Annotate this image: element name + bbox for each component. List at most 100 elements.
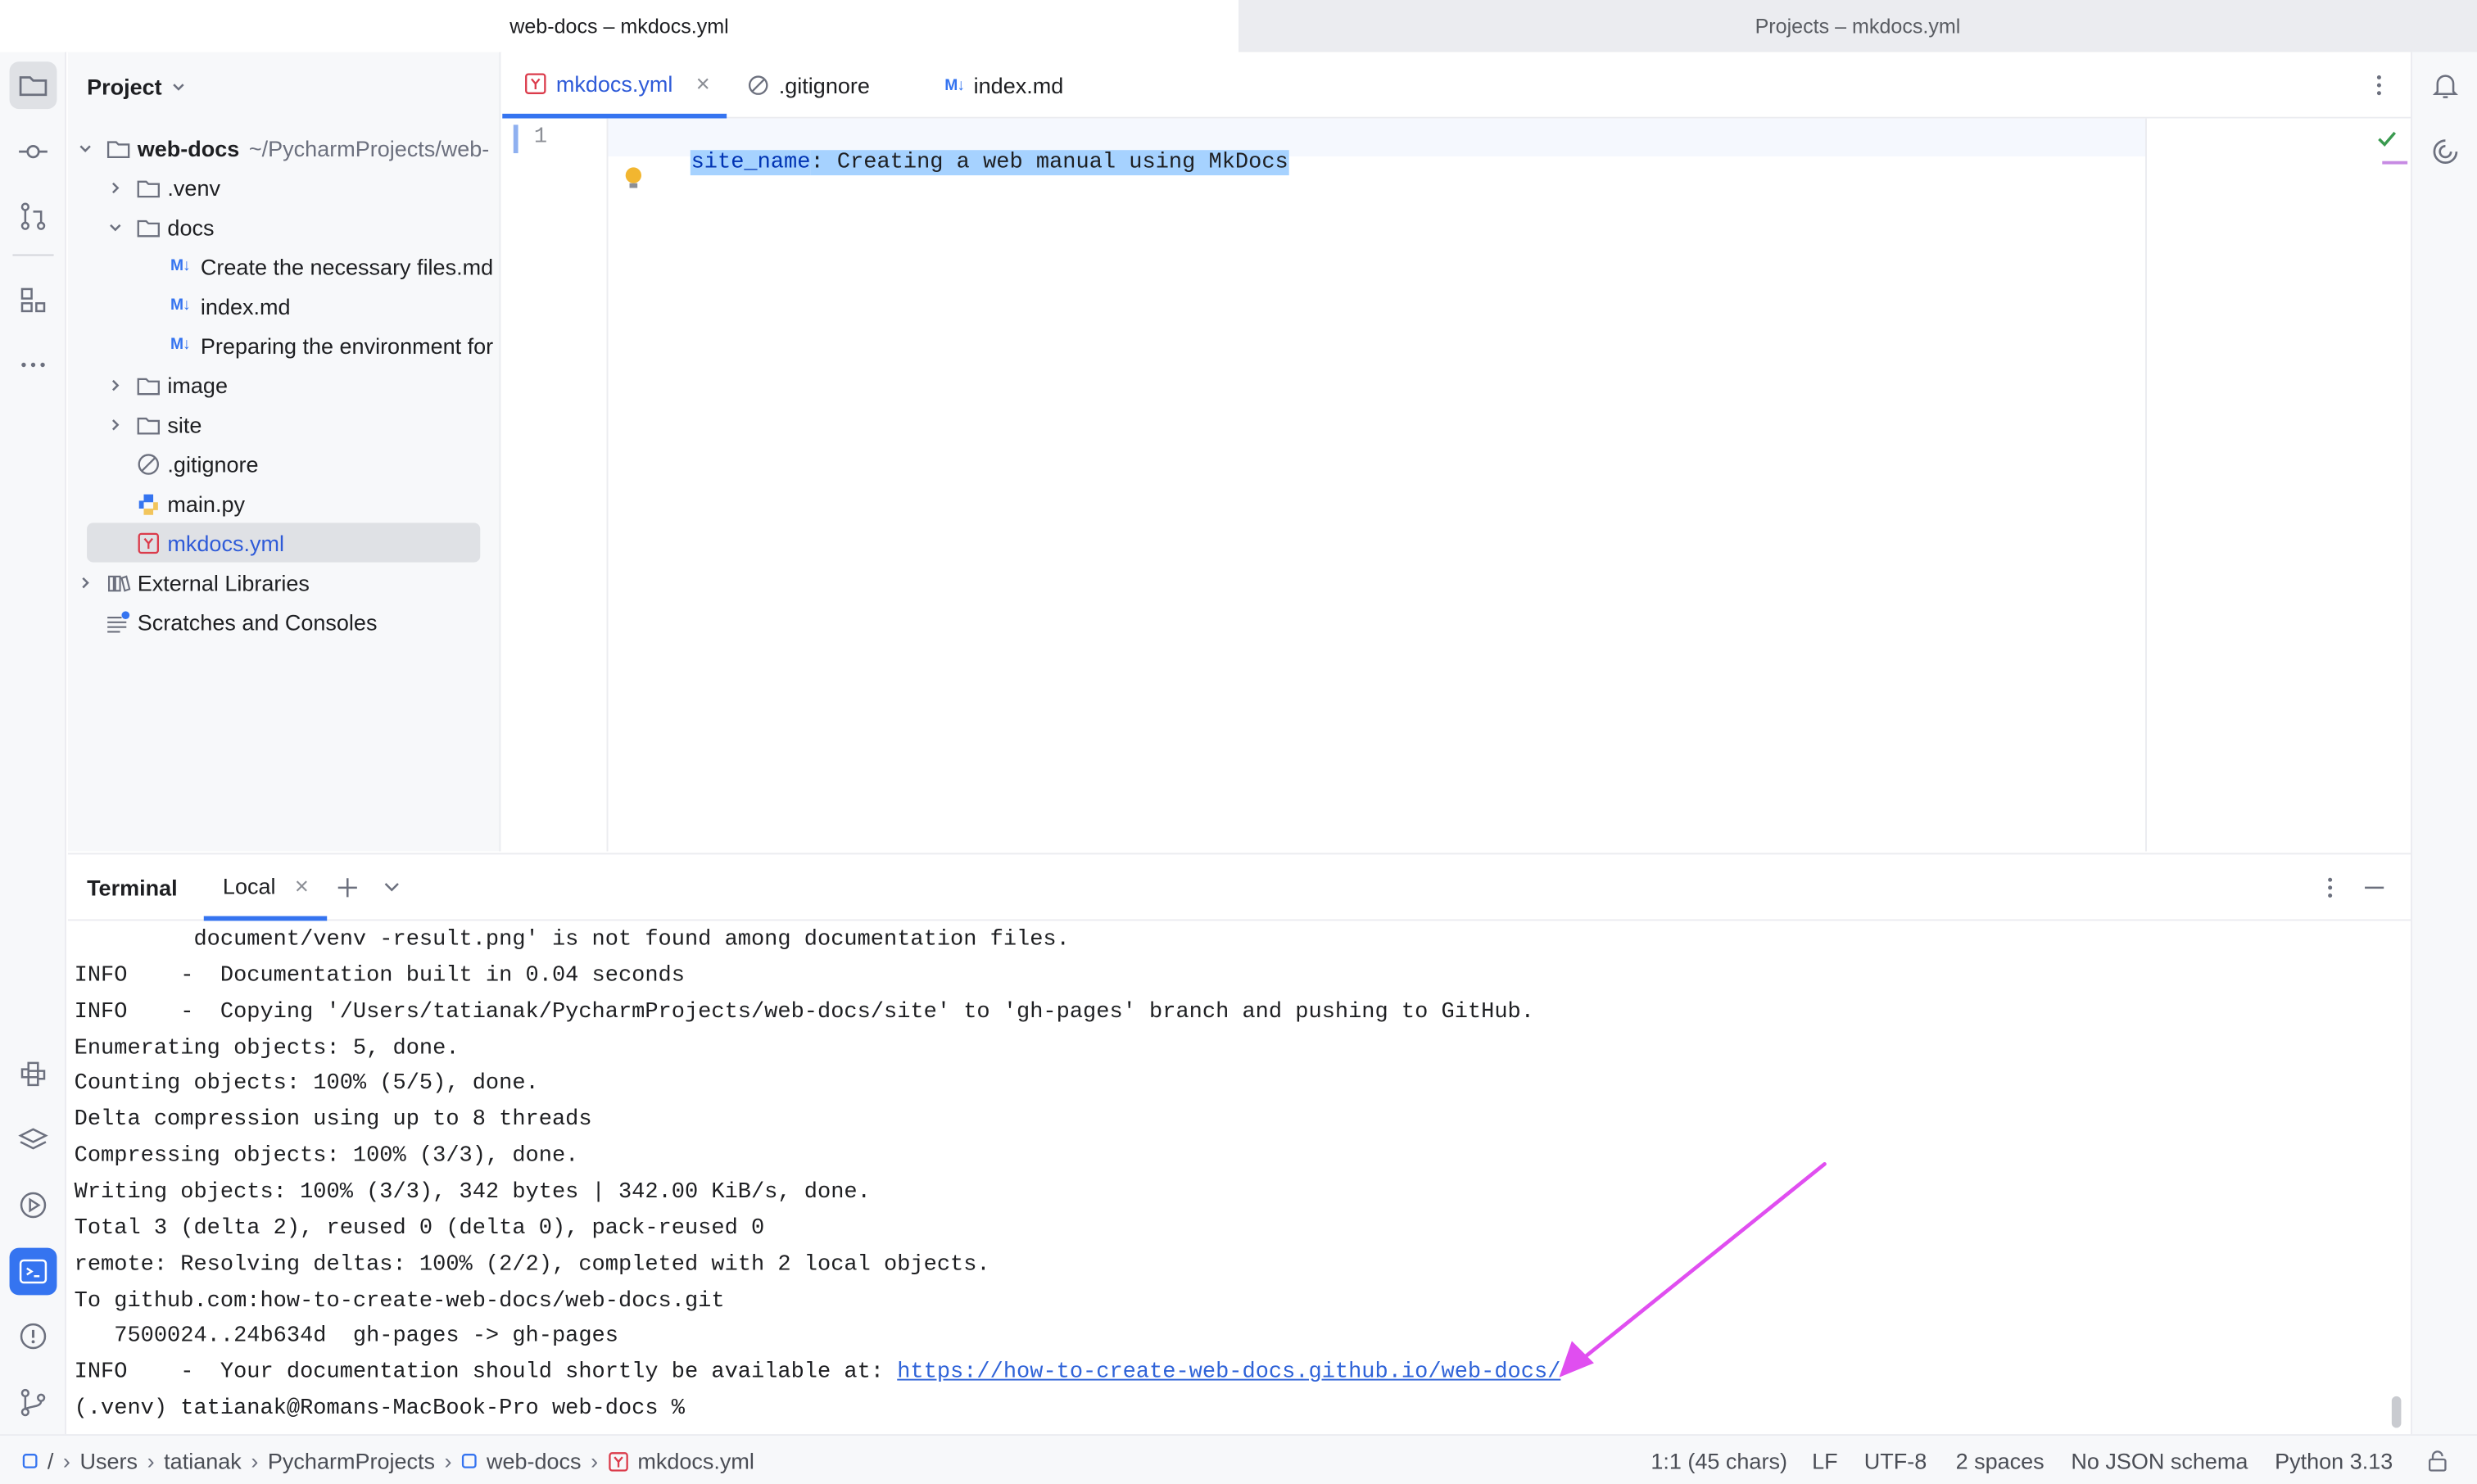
breadcrumb-item[interactable]: PycharmProjects bbox=[268, 1448, 435, 1473]
chevron-down-icon[interactable] bbox=[75, 137, 97, 159]
tree-item-site[interactable]: site bbox=[104, 405, 202, 444]
terminal-info-line: INFO - Your documentation should shortly… bbox=[75, 1360, 1561, 1385]
intention-bulb-icon[interactable] bbox=[623, 165, 645, 201]
tab-index-md[interactable]: M↓ index.md bbox=[944, 52, 1063, 119]
tree-item-gitignore[interactable]: .gitignore bbox=[136, 444, 259, 483]
breadcrumb-item[interactable]: mkdocs.yml bbox=[637, 1448, 754, 1473]
lock-icon[interactable] bbox=[2426, 1436, 2448, 1484]
chevron-right-icon: › bbox=[444, 1448, 452, 1474]
tree-item-image[interactable]: image bbox=[104, 364, 228, 404]
terminal-line: Total 3 (delta 2), reused 0 (delta 0), p… bbox=[74, 1215, 765, 1242]
notifications-icon[interactable] bbox=[2421, 61, 2469, 109]
services-icon[interactable] bbox=[10, 1182, 57, 1229]
add-icon[interactable] bbox=[335, 875, 360, 900]
editor-gutter: 1 bbox=[502, 118, 609, 852]
ignore-file-icon bbox=[748, 75, 768, 95]
tree-item-label: image bbox=[167, 372, 228, 398]
chevron-right-icon[interactable] bbox=[104, 413, 126, 435]
project-panel-header[interactable]: Project bbox=[87, 74, 187, 100]
chevron-right-icon: › bbox=[62, 1448, 70, 1474]
line-separator[interactable]: LF bbox=[1812, 1436, 1838, 1484]
breadcrumb-item[interactable]: Users bbox=[80, 1448, 138, 1473]
chevron-down-icon[interactable] bbox=[383, 880, 401, 895]
tree-item-scratches[interactable]: Scratches and Consoles bbox=[106, 602, 377, 641]
tab-mkdocs-yml[interactable]: mkdocs.yml bbox=[502, 52, 727, 119]
more-icon[interactable] bbox=[10, 342, 57, 389]
terminal-tab-local[interactable]: Local bbox=[203, 854, 328, 921]
chevron-right-icon[interactable] bbox=[104, 176, 126, 198]
tree-item-index-md[interactable]: M↓ index.md bbox=[165, 286, 291, 325]
window-tab-projects[interactable]: Projects – mkdocs.yml bbox=[1238, 0, 2477, 52]
tree-item-external-libraries[interactable]: External Libraries bbox=[75, 563, 310, 602]
close-icon[interactable] bbox=[295, 877, 310, 893]
tab-gitignore[interactable]: .gitignore bbox=[747, 52, 870, 119]
git-icon[interactable] bbox=[10, 1379, 57, 1427]
layers-icon[interactable] bbox=[10, 1116, 57, 1164]
right-tool-strip bbox=[2410, 52, 2477, 1435]
code-line-1[interactable]: site_name: Creating a web manual using M… bbox=[611, 124, 1288, 201]
terminal-title: Terminal bbox=[87, 875, 178, 901]
tree-item-venv[interactable]: .venv bbox=[104, 167, 220, 206]
tree-item-docs[interactable]: docs bbox=[104, 207, 214, 247]
app-window: web-docs – mkdocs.yml Projects – mkdocs.… bbox=[0, 0, 2477, 1484]
breadcrumb-item[interactable]: tatianak bbox=[164, 1448, 242, 1473]
terminal-tab-label: Local bbox=[222, 872, 276, 898]
annotation-arrow-icon bbox=[1559, 1162, 1827, 1378]
library-icon bbox=[106, 569, 131, 595]
tree-item-main-py[interactable]: main.py bbox=[136, 483, 245, 523]
breadcrumb-item[interactable]: / bbox=[48, 1448, 54, 1473]
chevron-right-icon[interactable] bbox=[104, 373, 126, 396]
terminal-prompt[interactable]: (.venv) tatianak@Romans-MacBook-Pro web-… bbox=[75, 1396, 685, 1422]
code-editor[interactable]: 1 site_name: Creating a web manual using… bbox=[502, 118, 2411, 852]
folder-icon bbox=[136, 411, 161, 437]
terminal-scrollbar[interactable] bbox=[2391, 1396, 2402, 1428]
tree-item-mkdocs-yml[interactable]: mkdocs.yml bbox=[87, 523, 481, 563]
documentation-link[interactable]: https://how-to-create-web-docs.github.io… bbox=[897, 1360, 1560, 1385]
tree-item-preparing-md[interactable]: M↓ Preparing the environment for bbox=[165, 325, 493, 364]
json-schema[interactable]: No JSON schema bbox=[2071, 1436, 2248, 1484]
commit-icon[interactable] bbox=[10, 128, 57, 175]
breadcrumb-item[interactable]: web-docs bbox=[487, 1448, 582, 1473]
project-panel-title: Project bbox=[87, 74, 162, 100]
tree-item-label: mkdocs.yml bbox=[167, 530, 284, 555]
close-icon[interactable] bbox=[695, 75, 710, 91]
python-console-icon[interactable] bbox=[10, 1050, 57, 1097]
scroll-marker bbox=[2382, 161, 2408, 165]
terminal-more-icon[interactable] bbox=[2321, 873, 2339, 902]
chevron-down-icon[interactable] bbox=[104, 215, 126, 238]
tree-root-web-docs[interactable]: web-docs ~/PycharmProjects/web- bbox=[75, 128, 490, 167]
pull-requests-icon[interactable] bbox=[10, 192, 57, 240]
file-encoding[interactable]: UTF-8 bbox=[1864, 1436, 1927, 1484]
python-interpreter[interactable]: Python 3.13 bbox=[2275, 1436, 2393, 1484]
chevron-right-icon[interactable] bbox=[75, 571, 97, 593]
terminal-tool-window: Terminal Local document/venv -result.png… bbox=[67, 853, 2411, 1435]
structure-icon[interactable] bbox=[10, 276, 57, 323]
terminal-line: Compressing objects: 100% (3/3), done. bbox=[74, 1143, 579, 1170]
folder-icon bbox=[136, 372, 161, 397]
folder-icon bbox=[106, 135, 131, 161]
tree-item-label: docs bbox=[167, 214, 215, 240]
ai-assistant-icon[interactable] bbox=[2421, 128, 2469, 175]
project-tool-window: Project web-docs ~/PycharmProjects/web- … bbox=[67, 52, 501, 852]
markdown-icon: M↓ bbox=[170, 336, 191, 354]
folder-icon bbox=[136, 214, 161, 239]
tree-root-name: web-docs bbox=[137, 134, 240, 161]
yaml-file-icon bbox=[136, 530, 161, 555]
left-tool-strip bbox=[0, 52, 66, 1435]
window-tab-web-docs[interactable]: web-docs – mkdocs.yml bbox=[0, 0, 1238, 52]
module-icon bbox=[22, 1454, 38, 1468]
yaml-file-icon bbox=[608, 1451, 628, 1471]
terminal-line: Delta compression using up to 8 threads bbox=[74, 1106, 592, 1133]
folder-icon[interactable] bbox=[9, 61, 57, 110]
change-marker bbox=[513, 124, 518, 154]
terminal-icon[interactable] bbox=[9, 1247, 57, 1296]
caret-position[interactable]: 1:1 (45 chars) bbox=[1651, 1436, 1787, 1484]
minimize-icon[interactable] bbox=[2363, 876, 2385, 898]
editor-more-icon[interactable] bbox=[2366, 71, 2392, 100]
indent-setting[interactable]: 2 spaces bbox=[1956, 1436, 2045, 1484]
tree-item-create-files-md[interactable]: M↓ Create the necessary files.md bbox=[165, 247, 493, 286]
folder-icon bbox=[136, 174, 161, 200]
inspection-ok-icon[interactable] bbox=[2376, 128, 2398, 158]
strip-divider bbox=[12, 254, 54, 256]
problems-icon[interactable] bbox=[10, 1313, 57, 1360]
